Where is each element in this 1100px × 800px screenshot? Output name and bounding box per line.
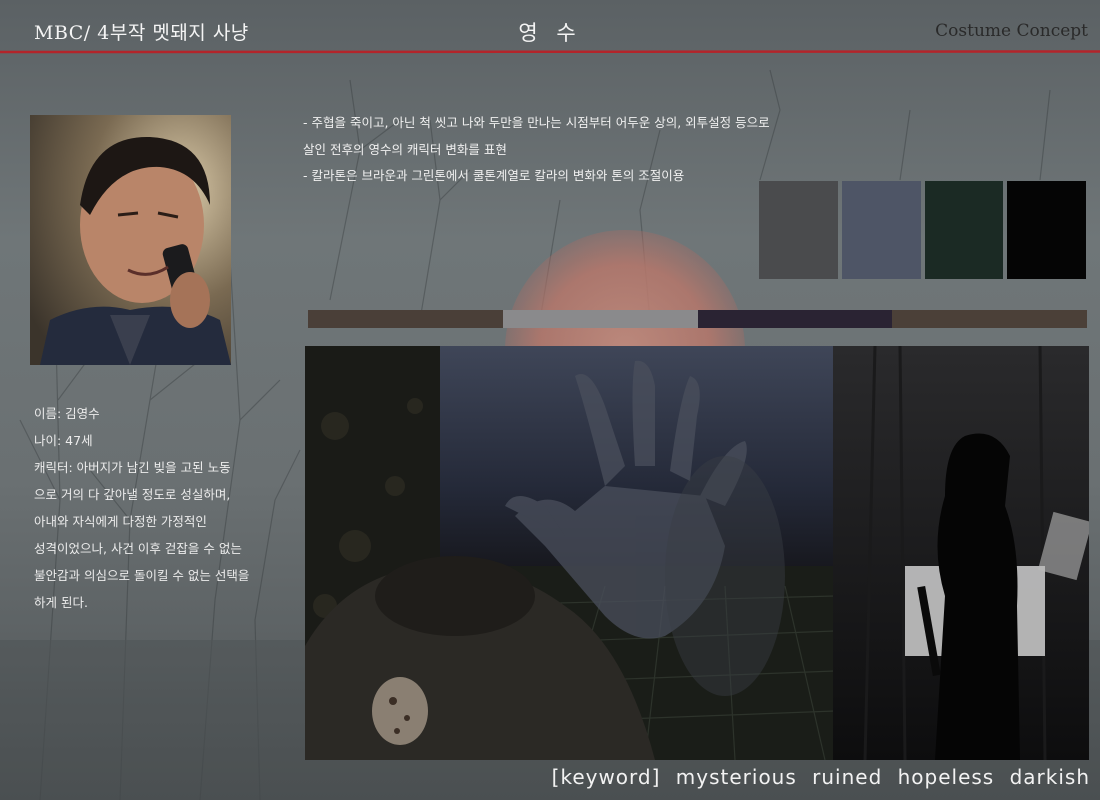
character-profile: 이름: 김영수 나이: 47세 캐릭터: 아버지가 남긴 빚을 고된 노동 으로… [34, 400, 284, 616]
tone-stripe-segment [308, 310, 503, 328]
concept-notes: - 주협을 죽이고, 아닌 척 씻고 나와 두만을 만나는 시점부터 어두운 상… [303, 110, 843, 190]
profile-line: 성격이었으나, 사건 이후 걷잡을 수 없는 [34, 541, 242, 556]
header-red-brush-line [0, 50, 1100, 54]
mood-image-collage [305, 346, 1089, 760]
profile-line: 나이: 47세 [34, 433, 93, 448]
profile-line: 아내와 자식에게 다정한 가정적인 [34, 514, 207, 529]
color-swatch [841, 181, 921, 279]
tone-stripe-segment [502, 310, 698, 328]
profile-line: 으로 거의 다 갚아낼 정도로 성실하며, [34, 487, 231, 502]
concept-note-line: - 주협을 죽이고, 아닌 척 씻고 나와 두만을 만나는 시점부터 어두운 상… [303, 115, 770, 130]
profile-line: 불안감과 의심으로 돌이킬 수 없는 선택을 [34, 568, 250, 583]
section-title: Costume Concept [935, 21, 1088, 41]
tone-stripe-bar [308, 310, 1087, 328]
profile-line: 하게 된다. [34, 595, 88, 610]
color-swatch [924, 181, 1004, 279]
profile-line: 이름: 김영수 [34, 406, 100, 421]
tone-stripe-segment [892, 310, 1087, 328]
header-bar: MBC/ 4부작 멧돼지 사냥 영 수 Costume Concept [0, 0, 1100, 60]
profile-line: 캐릭터: 아버지가 남긴 빚을 고된 노동 [34, 460, 231, 475]
color-swatch [759, 181, 838, 279]
color-swatch [1007, 181, 1086, 279]
keyword-line: [keyword] mysterious ruined hopeless dar… [551, 765, 1090, 789]
actor-portrait-photo [30, 115, 231, 365]
concept-note-line: 살인 전후의 영수의 캐릭터 변화를 표현 [303, 141, 507, 157]
color-palette-swatches [759, 181, 1086, 279]
tone-stripe-segment [697, 310, 893, 328]
